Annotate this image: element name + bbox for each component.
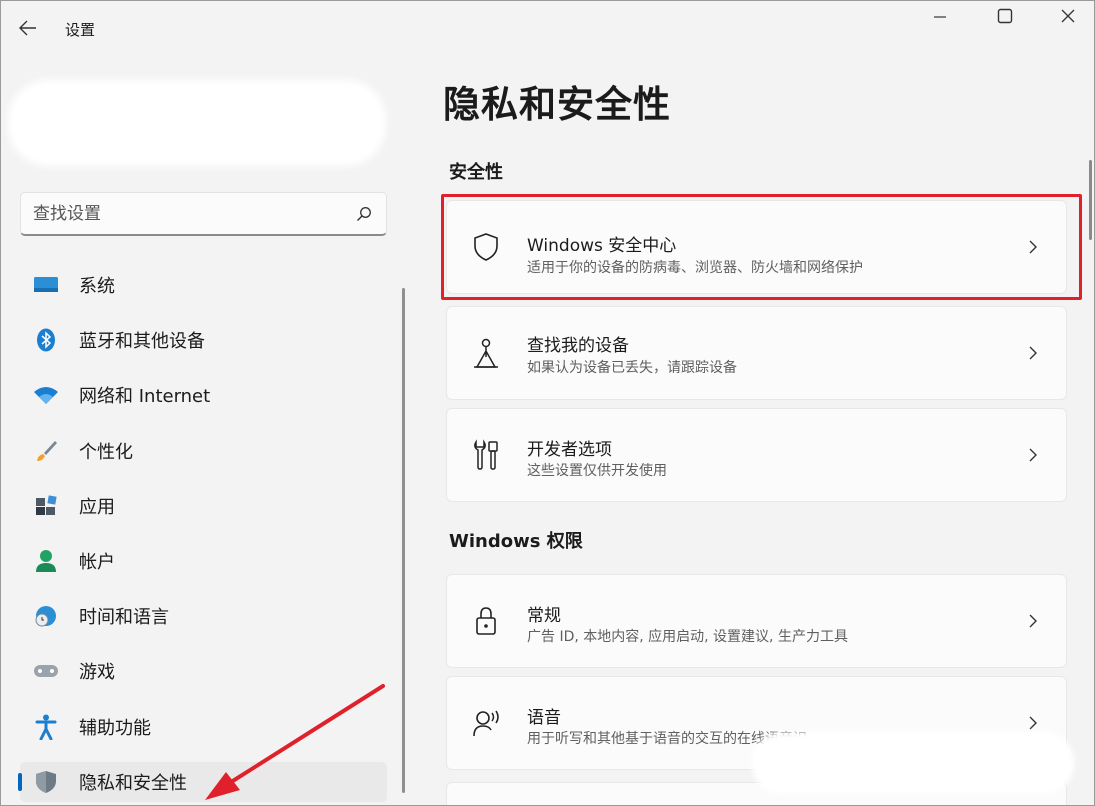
sidebar-item-label: 蓝牙和其他设备 (79, 331, 205, 353)
sidebar-item-label: 系统 (79, 276, 115, 297)
maximize-button[interactable] (985, 6, 1025, 30)
sidebar-item-gaming[interactable]: 游戏 (20, 651, 387, 691)
card-title: 开发者选项 (527, 440, 612, 460)
wifi-icon (33, 382, 59, 408)
card-title: 查找我的设备 (527, 336, 629, 356)
sidebar-item-privacy-security[interactable]: 隐私和安全性 (18, 761, 387, 802)
sidebar-item-accounts[interactable]: 帐户 (20, 541, 387, 581)
card-description: 如果认为设备已丢失，请跟踪设备 (527, 360, 737, 376)
find-device-icon (469, 336, 503, 370)
redaction-blob (752, 732, 1074, 794)
sidebar-item-accessibility[interactable]: 辅助功能 (20, 707, 387, 747)
sidebar-scrollbar[interactable] (402, 288, 405, 793)
sidebar-item-time-language[interactable]: 时间和语言 (20, 596, 387, 636)
sidebar-item-label: 时间和语言 (79, 607, 169, 629)
card-general[interactable]: 常规 广告 ID, 本地内容, 应用启动, 设置建议, 生产力工具 (446, 574, 1067, 668)
close-icon (1060, 8, 1076, 28)
main-scrollbar[interactable] (1089, 160, 1092, 240)
card-description: 适用于你的设备的防病毒、浏览器、防火墙和网络保护 (527, 260, 863, 276)
user-icon (33, 548, 59, 574)
card-developer-options[interactable]: 开发者选项 这些设置仅供开发使用 (446, 408, 1067, 502)
sidebar-item-label: 游戏 (79, 662, 115, 684)
sidebar-item-label: 应用 (79, 496, 115, 518)
card-windows-security[interactable]: Windows 安全中心 适用于你的设备的防病毒、浏览器、防火墙和网络保护 (446, 200, 1067, 294)
gamepad-icon (33, 658, 59, 684)
monitor-icon (33, 272, 59, 298)
developer-tools-icon (469, 438, 503, 472)
chevron-right-icon (1026, 238, 1040, 256)
shield-icon (469, 230, 503, 264)
speech-icon (469, 706, 503, 740)
card-title: 常规 (527, 606, 561, 626)
apps-icon (33, 493, 59, 519)
accessibility-icon (33, 714, 59, 740)
bluetooth-icon (33, 327, 59, 353)
search-icon[interactable] (354, 204, 374, 224)
minimize-icon (933, 9, 947, 28)
sidebar-item-system[interactable]: 系统 (20, 265, 387, 305)
selected-indicator (18, 772, 22, 791)
section-header-security: 安全性 (449, 162, 503, 183)
sidebar-item-label: 隐私和安全性 (79, 772, 187, 794)
back-button[interactable] (14, 16, 42, 44)
card-description: 广告 ID, 本地内容, 应用启动, 设置建议, 生产力工具 (527, 629, 848, 645)
chevron-right-icon (1026, 612, 1040, 630)
sidebar-item-label: 个性化 (79, 441, 133, 463)
sidebar-item-bluetooth[interactable]: 蓝牙和其他设备 (20, 320, 387, 360)
sidebar-item-label: 网络和 Internet (79, 386, 211, 408)
sidebar-item-label: 帐户 (79, 551, 115, 573)
maximize-icon (997, 8, 1013, 28)
globe-clock-icon (33, 603, 59, 629)
card-title: Windows 安全中心 (527, 236, 677, 256)
chevron-right-icon (1026, 714, 1040, 732)
sidebar-item-label: 辅助功能 (79, 717, 151, 739)
sidebar-item-network[interactable]: 网络和 Internet (20, 375, 387, 415)
brush-icon (33, 438, 59, 464)
back-arrow-icon (19, 20, 37, 40)
search-box[interactable] (20, 192, 387, 236)
close-button[interactable] (1048, 6, 1088, 30)
card-description: 这些设置仅供开发使用 (527, 463, 667, 479)
lock-icon (469, 604, 503, 638)
chevron-right-icon (1026, 344, 1040, 362)
account-area-redacted (8, 80, 386, 166)
section-header-windows-permissions: Windows 权限 (449, 531, 583, 552)
search-input[interactable] (33, 203, 354, 224)
chevron-right-icon (1026, 446, 1040, 464)
shield-icon (33, 769, 59, 795)
app-title: 设置 (65, 21, 96, 39)
page-title: 隐私和安全性 (443, 83, 671, 126)
card-find-my-device[interactable]: 查找我的设备 如果认为设备已丢失，请跟踪设备 (446, 306, 1067, 400)
sidebar-item-apps[interactable]: 应用 (20, 486, 387, 526)
card-title: 语音 (527, 708, 561, 728)
sidebar-item-personalization[interactable]: 个性化 (20, 431, 387, 471)
minimize-button[interactable] (920, 6, 960, 30)
sidebar-nav: 系统 蓝牙和其他设备 网络和 Internet 个性化 应用 帐户 时间和语言 … (18, 265, 387, 806)
